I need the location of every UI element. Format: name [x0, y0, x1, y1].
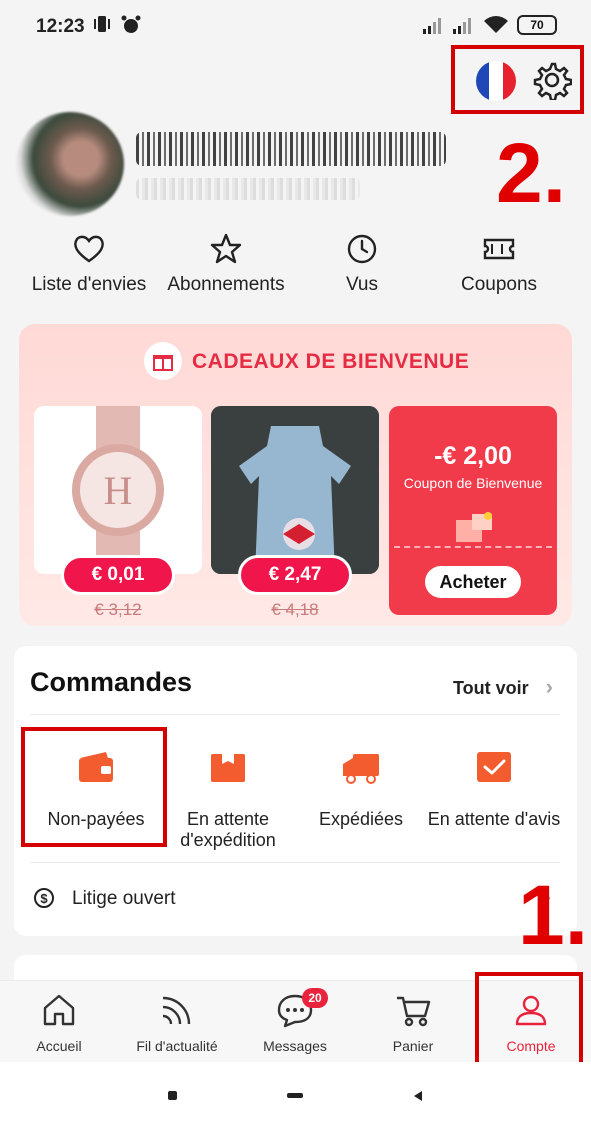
order-label: En attente d'expédition [180, 809, 276, 850]
battery-indicator: 70 [517, 15, 557, 35]
product-old-price: € 3,12 [94, 600, 142, 619]
avatar[interactable] [16, 112, 124, 216]
annotation-box-unpaid [21, 727, 167, 847]
orders-divider [30, 714, 560, 715]
recent-apps-button[interactable] [168, 1091, 177, 1100]
home-icon [43, 994, 75, 1026]
gift-icon [144, 342, 182, 380]
nav-label: Fil d'actualité [136, 1038, 218, 1054]
product-old-price: € 4,18 [271, 600, 319, 619]
nav-messages[interactable]: Messages [236, 990, 354, 1054]
svg-text:H: H [104, 468, 133, 513]
quick-link-subscriptions[interactable]: Abonnements [156, 232, 296, 296]
cart-icon [397, 996, 431, 1027]
order-awaiting-shipment[interactable]: En attente d'expédition [158, 748, 298, 851]
obscured-username [136, 132, 446, 166]
order-awaiting-review[interactable]: En attente d'avis [424, 748, 564, 830]
package-icon [211, 754, 245, 782]
coupon-divider [394, 546, 552, 548]
orders-divider-2 [30, 862, 560, 863]
product-price-badge: € 0,01 [61, 555, 175, 595]
coupon-gift-icon [456, 512, 492, 542]
chevron-right-icon: › [545, 674, 553, 699]
buy-button[interactable]: Acheter [425, 566, 521, 598]
heart-icon [74, 235, 104, 263]
annotation-box-settings [451, 45, 584, 114]
home-button[interactable] [287, 1093, 303, 1098]
see-all-link[interactable]: Tout voir › [453, 674, 553, 700]
signal-icon [423, 18, 441, 34]
svg-text:$: $ [40, 891, 48, 906]
vibrate-icon [94, 16, 110, 32]
signal-icon-2 [453, 18, 471, 34]
messages-badge: 20 [302, 988, 328, 1008]
quick-link-label: Abonnements [167, 274, 285, 295]
quick-link-coupons[interactable]: Coupons [429, 232, 569, 296]
obscured-user-subtitle [136, 178, 360, 200]
dispute-icon: $ [34, 888, 54, 908]
quick-link-viewed[interactable]: Vus [292, 232, 432, 296]
coupon-amount: -€ 2,00 [434, 442, 512, 470]
product-price-badge: € 2,47 [238, 555, 352, 595]
order-label: Expédiées [318, 809, 404, 829]
annotation-box-account [475, 972, 583, 1073]
order-shipped[interactable]: Expédiées [291, 748, 431, 830]
quick-link-label: Vus [345, 274, 379, 295]
nav-home[interactable]: Accueil [0, 990, 118, 1054]
quick-link-wishlist[interactable]: Liste d'envies [19, 232, 159, 296]
clock-icon [347, 234, 377, 264]
nav-feed[interactable]: Fil d'actualité [118, 990, 236, 1054]
status-right-icons: 70 [423, 15, 557, 35]
quick-link-label: Liste d'envies [31, 274, 147, 295]
nav-label: Panier [392, 1038, 434, 1054]
feed-icon [162, 996, 191, 1025]
alarm-icon [121, 15, 141, 33]
product-watch[interactable]: H [34, 406, 202, 574]
product-dress[interactable] [211, 406, 379, 574]
wifi-icon [484, 16, 508, 33]
nav-label: Accueil [36, 1038, 82, 1054]
back-button-icon[interactable] [412, 1090, 424, 1102]
dispute-link[interactable]: Litige ouvert [72, 888, 176, 910]
see-all-label: Tout voir [453, 678, 529, 698]
review-check-icon [477, 752, 511, 782]
status-time: 12:23 [36, 16, 85, 37]
watch-image: H [72, 406, 164, 574]
order-label: En attente d'avis [427, 809, 561, 829]
welcome-title: CADEAUX DE BIENVENUE [192, 350, 470, 373]
dress-image [211, 406, 379, 574]
coupon-label: Coupon de Bienvenue [403, 475, 543, 491]
star-icon [210, 233, 242, 264]
ticket-icon [483, 238, 515, 260]
nav-label: Messages [263, 1038, 327, 1054]
status-left-icons [92, 14, 142, 36]
quick-link-label: Coupons [460, 274, 538, 295]
truck-icon [343, 754, 379, 784]
orders-title: Commandes [30, 667, 193, 697]
annotation-step-2: 2. [496, 126, 567, 220]
annotation-step-1: 1. [518, 868, 589, 962]
nav-cart[interactable]: Panier [354, 990, 472, 1054]
